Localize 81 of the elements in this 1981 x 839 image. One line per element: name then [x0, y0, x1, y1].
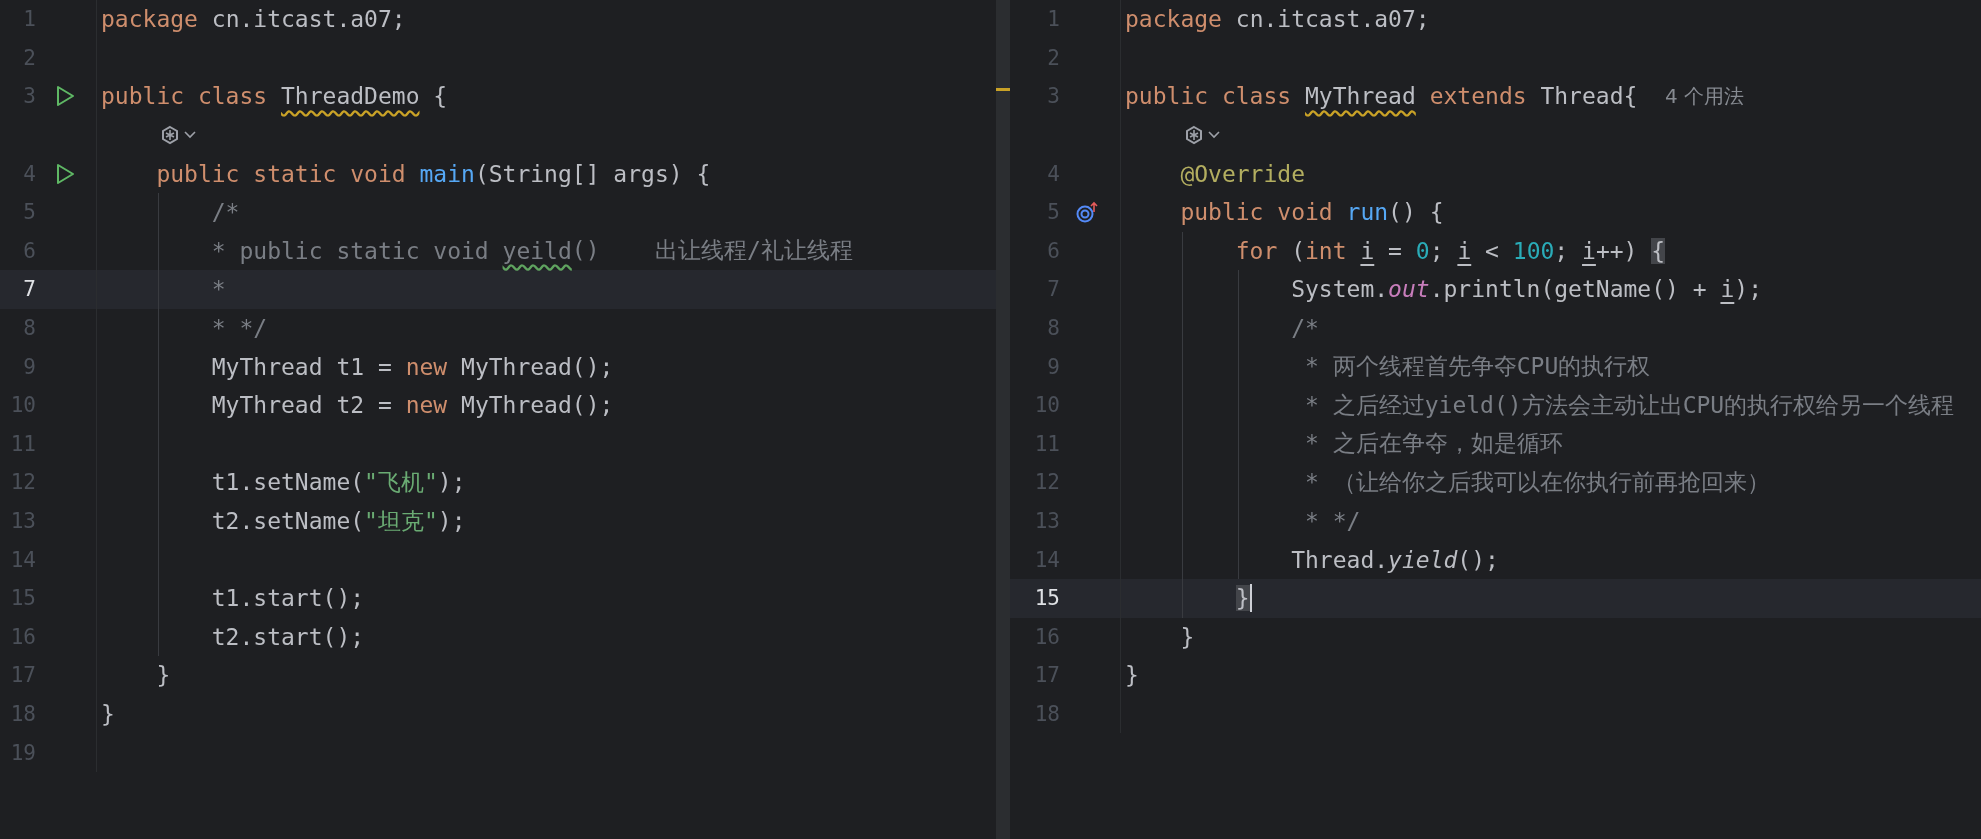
comment-text: * （让给你之后我可以在你执行前再抢回来） — [1304, 467, 1770, 497]
usages-hint[interactable]: 4 个用法 — [1665, 83, 1745, 110]
code-text: ); — [437, 508, 466, 534]
code-text: { — [432, 83, 448, 110]
code-text: < — [1484, 237, 1500, 264]
variable-name: i — [1360, 237, 1375, 264]
number-literal: 0 — [1415, 237, 1430, 264]
code-text: ); — [437, 469, 466, 496]
code-text: MyThread(); — [460, 392, 614, 419]
number-literal: 100 — [1512, 237, 1555, 264]
code-text: t2.start(); — [211, 623, 365, 650]
string-literal: "坦克" — [364, 506, 438, 536]
code-text: MyThread t2 = — [211, 392, 393, 419]
variable-name: i — [1457, 237, 1472, 264]
run-icon[interactable] — [55, 162, 75, 185]
keyword-text: new — [405, 392, 448, 419]
method-name: main — [419, 160, 475, 187]
keyword-text: package — [101, 6, 199, 33]
code-text: ; — [1429, 237, 1445, 264]
comment-text: /* — [211, 199, 240, 226]
keyword-text: new — [405, 353, 448, 380]
code-text: } — [1180, 623, 1195, 650]
comment-text: * 之后在争夺，如是循环 — [1304, 429, 1563, 459]
code-text: } — [1125, 662, 1139, 689]
code-text: Thread{ — [1540, 83, 1639, 110]
comment-text: * 之后经过yield()方法会主动让出CPU的执行权给另一个线程 — [1304, 390, 1955, 420]
code-text: } — [101, 701, 115, 727]
run-icon[interactable] — [55, 85, 75, 108]
method-name: run — [1346, 199, 1389, 226]
keyword-text: public class — [101, 83, 269, 110]
comment-text: * 两个线程首先争夺CPU的执行权 — [1304, 352, 1651, 382]
code-text: t1.setName( — [211, 469, 365, 496]
comment-text: * */ — [211, 315, 268, 342]
keyword-text: public void — [1180, 199, 1334, 226]
code-text: ; — [1554, 237, 1570, 264]
class-name: ThreadDemo — [281, 83, 420, 110]
field-name: out — [1388, 276, 1430, 303]
class-name: MyThread — [1305, 83, 1416, 110]
annotation-text: @Override — [1180, 160, 1305, 187]
code-text: cn.itcast.a07; — [1235, 6, 1430, 33]
code-text: ); — [1734, 276, 1762, 303]
code-text: MyThread(); — [460, 353, 614, 380]
brace-text: { — [1651, 237, 1666, 264]
comment-text: yeild — [502, 237, 572, 264]
code-text: (); — [1457, 546, 1499, 573]
chevron-down-icon[interactable] — [184, 131, 197, 140]
code-text: (String[] args) { — [474, 160, 711, 187]
ai-assistant-icon[interactable] — [1184, 125, 1205, 146]
comment-text: * */ — [1304, 508, 1361, 534]
string-literal: "飞机" — [364, 467, 438, 497]
code-text: cn.itcast.a07; — [211, 6, 406, 33]
code-text: ( — [1290, 237, 1305, 264]
comment-text: /* — [1291, 315, 1319, 342]
code-text: } — [156, 662, 171, 689]
keyword-text: package — [1125, 6, 1223, 33]
override-method-icon[interactable] — [1076, 201, 1098, 224]
comment-text: * — [211, 276, 226, 303]
code-text: () { — [1388, 199, 1444, 226]
code-text: t1.start(); — [211, 585, 365, 612]
variable-name: i — [1720, 276, 1735, 303]
code-text: = — [1387, 237, 1403, 264]
keyword-text: public class — [1125, 83, 1293, 110]
chevron-down-icon[interactable] — [1208, 131, 1221, 140]
brace-text: } — [1235, 585, 1250, 612]
code-text: MyThread t1 = — [211, 353, 393, 380]
comment-text: * public static void — [211, 237, 490, 264]
code-text: System. — [1291, 276, 1389, 303]
method-name: yield — [1388, 546, 1458, 573]
variable-name: i — [1582, 237, 1596, 264]
line-number: 15 — [1033, 586, 1060, 611]
line-number: 7 — [22, 277, 36, 302]
text-cursor — [1249, 584, 1252, 613]
keyword-text: int — [1305, 237, 1348, 264]
ai-assistant-icon[interactable] — [160, 125, 181, 146]
keyword-text: for — [1235, 237, 1278, 264]
comment-text: () 出让线程/礼让线程 — [571, 236, 853, 266]
keyword-text: public static void — [156, 160, 407, 187]
code-text: ++) — [1595, 237, 1639, 264]
code-text: t2.setName( — [211, 508, 365, 534]
keyword-text: extends — [1428, 83, 1528, 110]
code-text: .println(getName() + — [1429, 276, 1708, 303]
